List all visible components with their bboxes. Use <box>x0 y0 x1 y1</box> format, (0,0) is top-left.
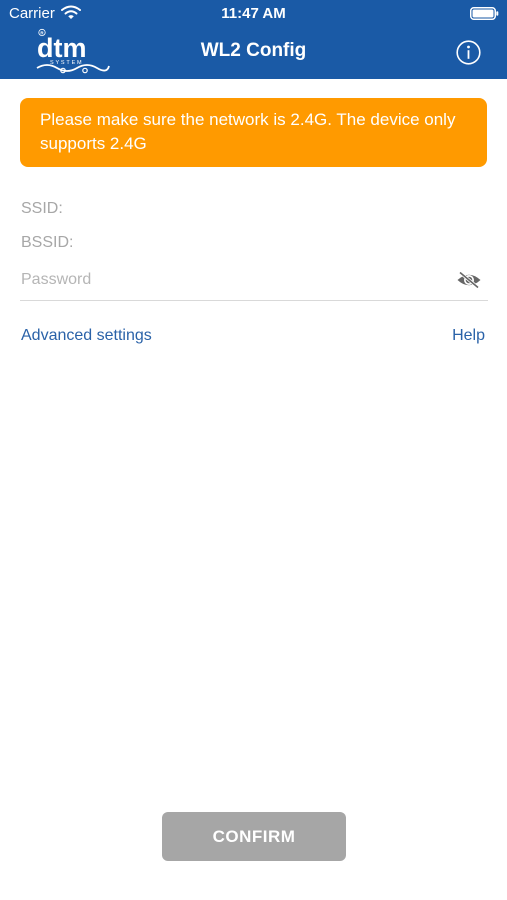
password-underline <box>20 300 488 301</box>
help-link[interactable]: Help <box>452 327 485 345</box>
battery-icon <box>470 7 499 20</box>
advanced-settings-link[interactable]: Advanced settings <box>21 327 152 345</box>
eye-slash-icon[interactable] <box>456 271 482 289</box>
nav-title: WL2 Config <box>200 40 307 61</box>
confirm-button[interactable]: CONFIRM <box>162 812 346 861</box>
status-time: 11:47 AM <box>221 5 286 22</box>
password-input[interactable] <box>21 267 441 293</box>
info-icon[interactable] <box>456 40 481 65</box>
status-bar: Carrier 11:47 AM <box>0 0 507 26</box>
bssid-label: BSSID: <box>21 234 74 251</box>
network-warning-banner: Please make sure the network is 2.4G. Th… <box>20 98 487 167</box>
ssid-label: SSID: <box>21 200 63 217</box>
config-screen: Carrier 11:47 AM R dtm SYSTEM WL2 Config <box>0 0 507 900</box>
app-header: Carrier 11:47 AM R dtm SYSTEM WL2 Config <box>0 0 507 79</box>
